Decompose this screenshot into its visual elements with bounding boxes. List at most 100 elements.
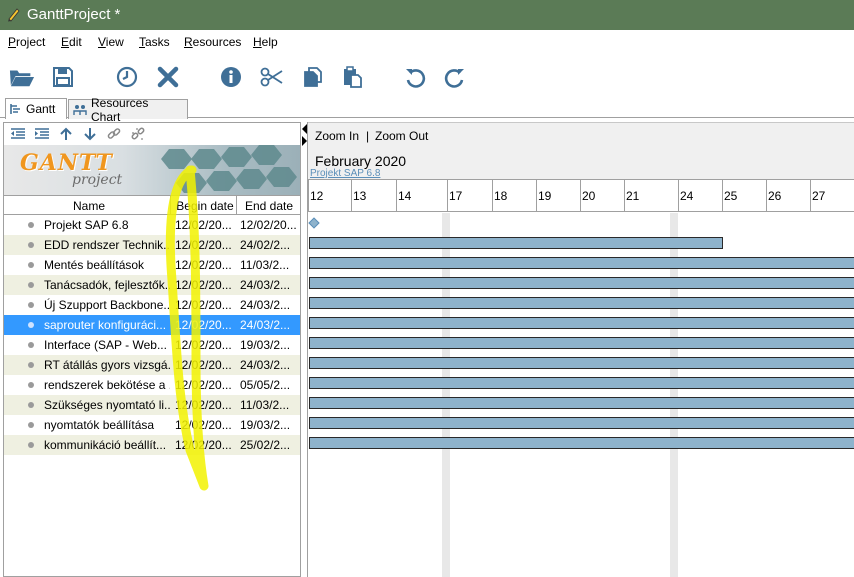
task-tree-panel: GANTT project Name Begin date End date P… (3, 122, 301, 577)
task-bar[interactable] (309, 277, 854, 289)
task-name: Projekt SAP 6.8 (44, 218, 129, 232)
menu-bar: Project Edit View Tasks Resources Help (0, 30, 854, 54)
task-bullet-icon (28, 422, 34, 428)
redo-icon[interactable] (442, 64, 468, 90)
column-header-end-date[interactable]: End date (238, 199, 300, 213)
task-bar[interactable] (309, 297, 854, 309)
link-icon[interactable] (106, 126, 122, 142)
task-row[interactable]: Interface (SAP - Web... 12/02/20... 19/03/… (4, 335, 300, 355)
task-end-date: 25/02/2... (240, 438, 291, 452)
task-name: Interface (SAP - Web... (44, 338, 167, 352)
task-begin-date: 12/02/20... (175, 218, 232, 232)
task-name: RT átállás gyors vizsgá... (44, 358, 170, 372)
menu-resources[interactable]: Resources (184, 35, 241, 49)
timeline-month-header: February 2020 Projekt SAP 6.8 (308, 148, 854, 180)
clock-icon[interactable] (114, 64, 140, 90)
column-header-begin-date[interactable]: Begin date (172, 199, 238, 213)
resources-icon (73, 104, 87, 115)
column-divider[interactable] (170, 196, 171, 215)
copy-icon[interactable] (300, 64, 326, 90)
task-end-date: 19/03/2... (240, 338, 291, 352)
zoom-in-link[interactable]: Zoom In (315, 129, 359, 143)
timeline-day-header: 12 13 14 17 18 19 20 21 24 25 26 27 (308, 180, 854, 212)
task-row[interactable]: Mentés beállítások 12/02/20... 11/03/2... (4, 255, 300, 275)
info-icon[interactable] (218, 64, 244, 90)
delete-x-icon[interactable] (155, 64, 181, 90)
task-begin-date: 12/02/20... (175, 418, 232, 432)
task-begin-date: 12/02/20... (175, 278, 232, 292)
day-tick (678, 180, 679, 211)
task-bar[interactable] (309, 417, 854, 429)
zoom-bar: Zoom In | Zoom Out (308, 122, 854, 148)
menu-tasks[interactable]: Tasks (139, 35, 170, 49)
task-row[interactable]: Projekt SAP 6.8 12/02/20... 12/02/20... (4, 215, 300, 235)
tab-resources-chart[interactable]: Resources Chart (68, 96, 188, 124)
task-tree-toolbar (4, 123, 300, 145)
day-label: 25 (724, 189, 738, 203)
task-grid-header: Name Begin date End date (4, 195, 300, 215)
task-name: Új Szupport Backbone... (44, 298, 170, 312)
task-bullet-icon (28, 322, 34, 328)
day-label: 27 (812, 189, 826, 203)
column-header-name[interactable]: Name (44, 199, 134, 213)
outdent-icon[interactable] (10, 126, 26, 142)
task-bullet-icon (28, 342, 34, 348)
task-bar[interactable] (309, 237, 723, 249)
indent-icon[interactable] (34, 126, 50, 142)
save-icon[interactable] (50, 64, 76, 90)
day-tick (492, 180, 493, 211)
day-label: 26 (768, 189, 782, 203)
task-bar[interactable] (309, 357, 854, 369)
day-label: 19 (538, 189, 552, 203)
day-label: 20 (582, 189, 596, 203)
title-bar: GanttProject * (0, 0, 854, 30)
task-rows: Projekt SAP 6.8 12/02/20... 12/02/20... ED… (4, 215, 300, 455)
day-label: 21 (626, 189, 640, 203)
task-end-date: 24/03/2... (240, 318, 291, 332)
task-row[interactable]: RT átállás gyors vizsgá... 12/02/20... 24/… (4, 355, 300, 375)
task-bar[interactable] (309, 437, 854, 449)
day-tick (308, 180, 309, 211)
menu-edit[interactable]: Edit (61, 35, 82, 49)
menu-project[interactable]: Project (8, 35, 45, 49)
task-bar[interactable] (309, 377, 854, 389)
task-begin-date: 12/02/20... (175, 358, 232, 372)
column-divider[interactable] (236, 196, 237, 215)
day-label: 17 (449, 189, 463, 203)
window-title: GanttProject * (27, 6, 121, 23)
task-name: nyomtatók beállítása (44, 418, 155, 432)
task-row[interactable]: kommunikáció beállít... 12/02/20... 25/02/… (4, 435, 300, 455)
task-bar[interactable] (309, 397, 854, 409)
task-bar[interactable] (309, 257, 854, 269)
task-bar[interactable] (309, 337, 854, 349)
task-bullet-icon (28, 282, 34, 288)
task-row[interactable]: Tanácsadók, fejlesztők... 12/02/20... 24/0… (4, 275, 300, 295)
scissors-icon[interactable] (259, 64, 285, 90)
folder-open-icon[interactable] (9, 64, 35, 90)
move-up-icon[interactable] (58, 126, 74, 142)
gantt-chart-area[interactable] (308, 213, 854, 577)
undo-icon[interactable] (402, 64, 428, 90)
task-row[interactable]: rendszerek bekötése a ... 12/02/20... 05/0… (4, 375, 300, 395)
paste-icon[interactable] (339, 64, 365, 90)
menu-help[interactable]: Help (253, 35, 278, 49)
task-row[interactable]: EDD rendszer Technik... 12/02/20... 24/02/… (4, 235, 300, 255)
project-link[interactable]: Projekt SAP 6.8 (310, 168, 380, 179)
task-row[interactable]: nyomtatók beállítása 12/02/20... 19/03/2..… (4, 415, 300, 435)
day-label: 24 (680, 189, 694, 203)
task-row[interactable]: Szükséges nyomtató li... 12/02/20... 11/03… (4, 395, 300, 415)
milestone-diamond[interactable] (308, 217, 320, 229)
task-row[interactable]: Új Szupport Backbone... 12/02/20... 24/03/… (4, 295, 300, 315)
zoom-out-link[interactable]: Zoom Out (375, 129, 428, 143)
day-tick (766, 180, 767, 211)
menu-view[interactable]: View (98, 35, 124, 49)
task-begin-date: 12/02/20... (175, 338, 232, 352)
task-name: Tanácsadók, fejlesztők... (44, 278, 170, 292)
ganttproject-logo-banner: GANTT project (4, 145, 300, 195)
unlink-icon[interactable] (130, 126, 146, 142)
tab-gantt[interactable]: Gantt (5, 98, 67, 119)
move-down-icon[interactable] (82, 126, 98, 142)
task-bar[interactable] (309, 317, 854, 329)
task-row-selected[interactable]: saprouter konfiguráci... 12/02/20... 24/03… (4, 315, 300, 335)
day-tick (351, 180, 352, 211)
